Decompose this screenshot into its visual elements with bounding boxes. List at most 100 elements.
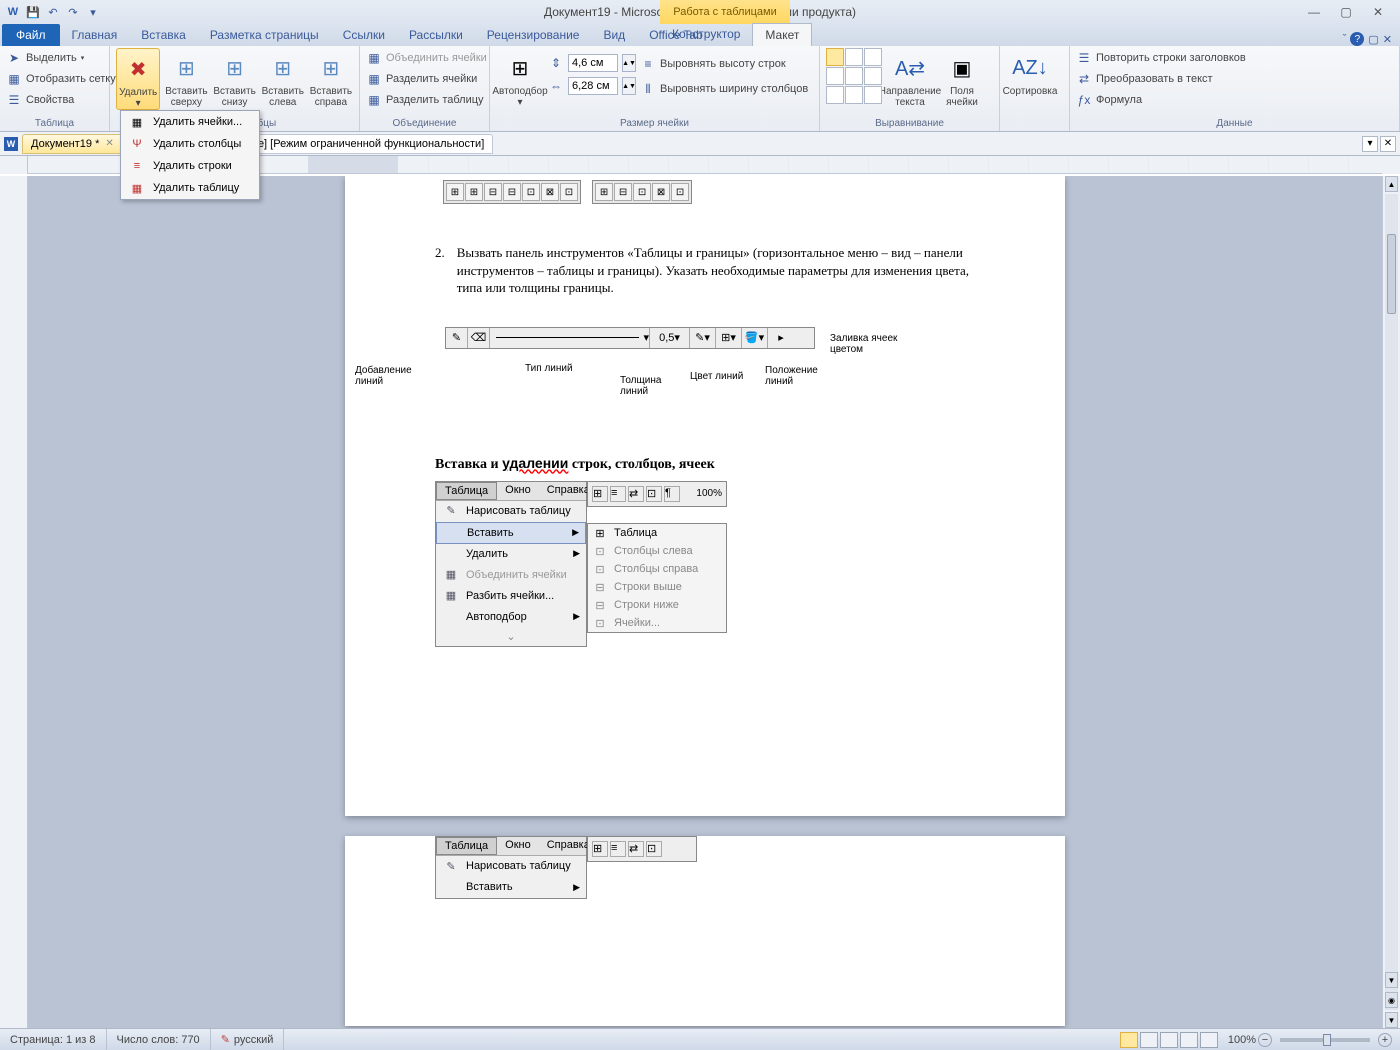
border-icon: ⊠ bbox=[541, 183, 559, 201]
undo-icon[interactable]: ↶ bbox=[44, 3, 62, 21]
scroll-thumb[interactable] bbox=[1387, 234, 1396, 314]
status-words[interactable]: Число слов: 770 bbox=[107, 1029, 211, 1050]
draft-view[interactable] bbox=[1200, 1032, 1218, 1048]
print-layout-view[interactable] bbox=[1120, 1032, 1138, 1048]
status-language[interactable]: ✎русский bbox=[211, 1029, 285, 1050]
tab-file[interactable]: Файл bbox=[2, 24, 60, 46]
next-page-icon[interactable]: ▼ bbox=[1385, 1012, 1398, 1028]
insert-right-label: Вставить справа bbox=[309, 86, 353, 108]
delete-table-label: Удалить таблицу bbox=[153, 182, 239, 194]
zoom-level[interactable]: 100% bbox=[1228, 1034, 1256, 1046]
close-button[interactable]: ✕ bbox=[1366, 3, 1390, 21]
cell-margins-label: Поля ячейки bbox=[938, 86, 986, 108]
row-height-input[interactable]: ⇕▲▼ bbox=[548, 54, 636, 72]
merge-cells-button[interactable]: ▦Объединить ячейки bbox=[366, 48, 487, 68]
formula-button[interactable]: ƒxФормула bbox=[1076, 90, 1246, 110]
align-tc[interactable] bbox=[845, 48, 863, 66]
height-spinner[interactable]: ▲▼ bbox=[622, 54, 636, 72]
redo-icon[interactable]: ↷ bbox=[64, 3, 82, 21]
align-tr[interactable] bbox=[864, 48, 882, 66]
cell-margins-button[interactable]: ▣Поля ячейки bbox=[938, 48, 986, 108]
full-screen-view[interactable] bbox=[1140, 1032, 1158, 1048]
restore-button[interactable]: ▢ bbox=[1334, 3, 1358, 21]
web-layout-view[interactable] bbox=[1160, 1032, 1178, 1048]
convert-text-button[interactable]: ⇄Преобразовать в текст bbox=[1076, 69, 1246, 89]
tab-insert[interactable]: Вставка bbox=[129, 24, 198, 46]
doc-close-icon[interactable]: ✕ bbox=[1383, 33, 1392, 46]
align-mc[interactable] bbox=[845, 67, 863, 85]
align-mr[interactable] bbox=[864, 67, 882, 85]
tab-mailings[interactable]: Рассылки bbox=[397, 24, 475, 46]
border-icon: ⊟ bbox=[484, 183, 502, 201]
sort-button[interactable]: AZ↓Сортировка bbox=[1006, 48, 1054, 97]
scroll-down-icon[interactable]: ▼ bbox=[1385, 972, 1398, 988]
tab-table-design[interactable]: Конструктор bbox=[660, 23, 752, 46]
align-br[interactable] bbox=[864, 86, 882, 104]
height-field[interactable] bbox=[568, 54, 618, 72]
outline-view[interactable] bbox=[1180, 1032, 1198, 1048]
save-icon[interactable]: 💾 bbox=[24, 3, 42, 21]
help-icon[interactable]: ? bbox=[1350, 32, 1364, 46]
border-icon: ⊟ bbox=[503, 183, 521, 201]
select-label: Выделить bbox=[26, 52, 77, 64]
align-bl[interactable] bbox=[826, 86, 844, 104]
zoom-out-icon[interactable]: − bbox=[1258, 1033, 1272, 1047]
split-table-button[interactable]: ▦Разделить таблицу bbox=[366, 90, 487, 110]
zoom-in-icon[interactable]: + bbox=[1378, 1033, 1392, 1047]
align-bc[interactable] bbox=[845, 86, 863, 104]
vertical-ruler[interactable] bbox=[0, 176, 28, 1028]
scroll-track[interactable] bbox=[1385, 194, 1398, 1010]
tab-close-all-icon[interactable]: ✕ bbox=[1380, 136, 1396, 152]
qat-customize-icon[interactable]: ▾ bbox=[84, 3, 102, 21]
tab-page-layout[interactable]: Разметка страницы bbox=[198, 24, 331, 46]
delete-cells-item[interactable]: ▦Удалить ячейки... bbox=[121, 111, 259, 133]
tab-view[interactable]: Вид bbox=[591, 24, 637, 46]
properties-button[interactable]: ☰Свойства bbox=[6, 90, 116, 110]
border-icon: ⊞ bbox=[446, 183, 464, 201]
text-direction-button[interactable]: A⇄Направление текста bbox=[886, 48, 934, 108]
insert-right-button[interactable]: ⊞Вставить справа bbox=[309, 48, 353, 108]
split-cells-icon: ▦ bbox=[366, 71, 382, 87]
delete-columns-item[interactable]: ΨУдалить столбцы bbox=[121, 133, 259, 155]
distribute-cols-button[interactable]: ⦀Выровнять ширину столбцов bbox=[640, 79, 808, 99]
tab-references[interactable]: Ссылки bbox=[331, 24, 397, 46]
doc-tab-active[interactable]: Документ19 *✕ bbox=[22, 134, 123, 154]
doc-tab-close-icon[interactable]: ✕ bbox=[105, 138, 113, 149]
group-table: ➤Выделить▾ ▦Отобразить сетку ☰Свойства Т… bbox=[0, 46, 110, 131]
tab-home[interactable]: Главная bbox=[60, 24, 130, 46]
align-ml[interactable] bbox=[826, 67, 844, 85]
tab-dropdown-icon[interactable]: ▾ bbox=[1362, 136, 1378, 152]
view-gridlines-button[interactable]: ▦Отобразить сетку bbox=[6, 69, 116, 89]
group-merge: ▦Объединить ячейки ▦Разделить ячейки ▦Ра… bbox=[360, 46, 490, 131]
delete-dropdown: ▦Удалить ячейки... ΨУдалить столбцы ≡Уда… bbox=[120, 110, 260, 200]
scroll-up-icon[interactable]: ▲ bbox=[1385, 176, 1398, 192]
repeat-header-button[interactable]: ☰Повторить строки заголовков bbox=[1076, 48, 1246, 68]
col-width-input[interactable]: ⇔▲▼ bbox=[548, 77, 636, 95]
split-cells-button[interactable]: ▦Разделить ячейки bbox=[366, 69, 487, 89]
insert-below-button[interactable]: ⊞Вставить снизу bbox=[213, 48, 257, 108]
delete-button[interactable]: ✖ Удалить▾ bbox=[116, 48, 160, 110]
vertical-scrollbar[interactable]: ▲ ▼ ◉ ▼ bbox=[1382, 176, 1400, 1028]
text-direction-icon: A⇄ bbox=[894, 52, 926, 84]
zoom-thumb[interactable] bbox=[1323, 1034, 1331, 1046]
tab-review[interactable]: Рецензирование bbox=[475, 24, 592, 46]
select-button[interactable]: ➤Выделить▾ bbox=[6, 48, 116, 68]
prev-page-icon[interactable]: ◉ bbox=[1385, 992, 1398, 1008]
tab-table-layout[interactable]: Макет bbox=[752, 23, 812, 46]
fill-icon: 🪣▾ bbox=[742, 328, 768, 348]
width-field[interactable] bbox=[568, 77, 618, 95]
width-spinner[interactable]: ▲▼ bbox=[622, 77, 636, 95]
status-page[interactable]: Страница: 1 из 8 bbox=[0, 1029, 107, 1050]
doc-restore-icon[interactable]: ▢ bbox=[1368, 33, 1378, 46]
insert-above-button[interactable]: ⊞Вставить сверху bbox=[164, 48, 208, 108]
insert-left-button[interactable]: ⊞Вставить слева bbox=[261, 48, 305, 108]
delete-rows-item[interactable]: ≡Удалить строки bbox=[121, 155, 259, 177]
autofit-button[interactable]: ⊞Автоподбор▾ bbox=[496, 48, 544, 108]
minimize-button[interactable]: — bbox=[1302, 3, 1326, 21]
ribbon-minimize-icon[interactable]: ˇ bbox=[1343, 33, 1347, 45]
distribute-rows-button[interactable]: ≡Выровнять высоту строк bbox=[640, 54, 808, 74]
align-tl[interactable] bbox=[826, 48, 844, 66]
zoom-slider[interactable] bbox=[1280, 1038, 1370, 1042]
delete-table-icon: ▦ bbox=[129, 180, 145, 196]
delete-table-item[interactable]: ▦ Удалить таблицу bbox=[121, 177, 259, 199]
